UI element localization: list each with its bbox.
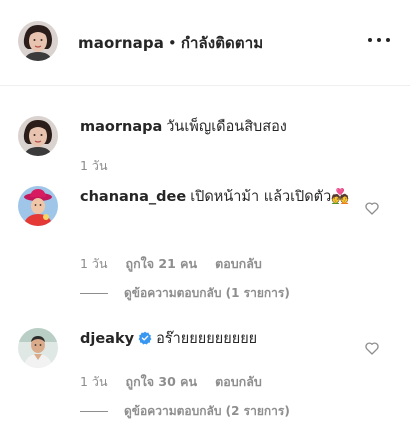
caption-username[interactable]: maornapa	[80, 119, 162, 135]
view-replies-button[interactable]: ดูข้อความตอบกลับ (2 รายการ)	[80, 402, 290, 421]
likes-count-button[interactable]: ถูกใจ 21 คน	[126, 256, 198, 271]
heart-outline-icon[interactable]	[364, 340, 380, 356]
avatar[interactable]	[18, 328, 58, 368]
header-username-row: maornapa • กำลังติดตาม	[78, 31, 263, 55]
reply-button[interactable]: ตอบกลับ	[215, 374, 262, 389]
comment-time[interactable]: 1 วัน	[80, 374, 108, 389]
divider-line	[80, 411, 108, 412]
comment-time[interactable]: 1 วัน	[80, 256, 108, 271]
heart-outline-icon[interactable]	[364, 200, 380, 216]
avatar[interactable]	[18, 186, 58, 226]
avatar[interactable]	[18, 21, 58, 61]
caption-meta: 1 วัน	[80, 156, 126, 176]
reply-button[interactable]: ตอบกลับ	[215, 256, 262, 271]
comment-text-row: chanana_dee เปิดหน้าม้า แล้วเปิดตัว💑	[80, 186, 362, 208]
header-username[interactable]: maornapa	[78, 34, 164, 52]
view-replies-button[interactable]: ดูข้อความตอบกลับ (1 รายการ)	[80, 284, 290, 303]
comment-username[interactable]: djeaky	[80, 331, 134, 347]
more-options-icon[interactable]	[368, 34, 390, 46]
likes-count-button[interactable]: ถูกใจ 30 คน	[126, 374, 198, 389]
comment-text: เปิดหน้าม้า แล้วเปิดตัว💑	[190, 189, 350, 205]
divider-line	[80, 293, 108, 294]
caption-time[interactable]: 1 วัน	[80, 158, 108, 173]
caption-text-row: maornapa วันเพ็ญเดือนสิบสอง	[80, 116, 362, 138]
comment-meta: 1 วัน ถูกใจ 30 คน ตอบกลับ	[80, 372, 280, 392]
comment-text: อร๊ายยยยยยยยย	[156, 331, 258, 347]
follow-status-button[interactable]: กำลังติดตาม	[181, 34, 263, 52]
avatar[interactable]	[18, 116, 58, 156]
view-replies-label: ดูข้อความตอบกลับ (1 รายการ)	[124, 286, 290, 300]
view-replies-label: ดูข้อความตอบกลับ (2 รายการ)	[124, 404, 290, 418]
comment-meta: 1 วัน ถูกใจ 21 คน ตอบกลับ	[80, 254, 280, 274]
post-header: maornapa • กำลังติดตาม	[0, 0, 410, 86]
caption-text: วันเพ็ญเดือนสิบสอง	[166, 119, 287, 135]
separator-dot: •	[167, 34, 177, 52]
comment-username[interactable]: chanana_dee	[80, 189, 186, 205]
comment-text-row: djeaky อร๊ายยยยยยยยย	[80, 328, 362, 350]
verified-badge-icon	[138, 331, 152, 345]
